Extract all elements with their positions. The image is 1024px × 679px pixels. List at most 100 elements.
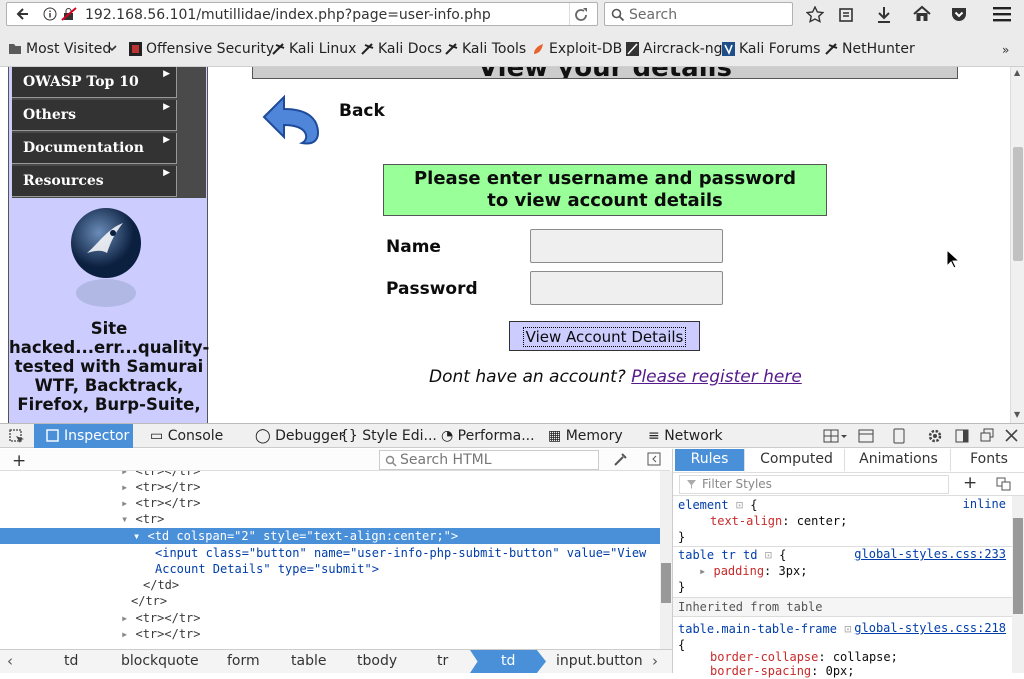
eyedropper-icon[interactable]	[612, 452, 628, 468]
breadcrumb-item[interactable]: blockquote	[121, 653, 199, 669]
back-link[interactable]: Back	[339, 101, 385, 121]
reload-icon[interactable]	[573, 7, 589, 23]
tab-rules[interactable]: Rules	[675, 449, 745, 471]
rule-declaration[interactable]: text-align: center;	[710, 513, 847, 529]
markup-scrollbar-thumb[interactable]	[661, 563, 671, 603]
bookmark-most-visited[interactable]: Most Visited	[26, 41, 111, 57]
library-icon[interactable]	[838, 7, 854, 23]
search-bar[interactable]: Search	[604, 2, 793, 26]
filter-styles-input[interactable]: Filter Styles	[679, 475, 949, 494]
undock-icon[interactable]	[980, 428, 994, 442]
bookmark-star-icon[interactable]	[806, 6, 824, 24]
markup-node[interactable]: </td>	[143, 577, 179, 593]
markup-node-selected[interactable]: ▾ <td colspan="2" style="text-align:cent…	[0, 528, 660, 544]
tab-debugger[interactable]: ◯ Debugger	[255, 424, 344, 448]
split-console-icon[interactable]	[858, 429, 874, 443]
bookmark-nethunter[interactable]: NetHunter	[842, 41, 915, 57]
rule-source[interactable]: global-styles.css:233	[854, 547, 1006, 561]
scroll-down-icon[interactable]: ▼	[1014, 410, 1020, 419]
rule-declaration[interactable]: border-spacing: 0px;	[710, 663, 855, 679]
markup-node[interactable]: ▸ <tr></tr>	[121, 479, 201, 495]
markup-node[interactable]: ▸ <tr></tr>	[121, 610, 201, 626]
markup-node[interactable]: ▸ <tr></tr>	[121, 626, 201, 642]
bookmark-kali-docs[interactable]: Kali Docs	[378, 41, 442, 57]
markup-node[interactable]: </tr>	[131, 593, 167, 609]
page-scrollbar[interactable]: ▲ ▼	[1010, 67, 1024, 423]
element-picker-icon[interactable]	[9, 429, 25, 445]
back-arrow-icon[interactable]	[256, 87, 322, 145]
rules-scrollbar[interactable]	[1012, 496, 1024, 673]
download-icon[interactable]	[876, 6, 892, 24]
markup-node[interactable]: Account Details" type="submit">	[155, 561, 379, 577]
back-arrow-icon[interactable]	[16, 7, 30, 21]
responsive-mode-icon[interactable]	[893, 428, 905, 444]
markup-node[interactable]: ▸ <tr></tr>	[121, 495, 201, 511]
toggle-sidebar-icon[interactable]	[647, 452, 661, 466]
owasp-logo	[69, 207, 143, 309]
menu-item-documentation[interactable]: Documentation ▶	[12, 133, 177, 164]
rule-source[interactable]: inline	[963, 497, 1006, 511]
memory-icon: ▦	[548, 428, 562, 444]
search-html-input[interactable]: Search HTML	[379, 450, 599, 470]
tab-style-editor[interactable]: {} Style Edi...	[340, 424, 437, 448]
settings-gear-icon[interactable]	[927, 428, 943, 444]
chevron-right-double-icon[interactable]: »	[1002, 43, 1009, 57]
home-icon[interactable]	[913, 5, 931, 23]
markup-node[interactable]: ▸ <tr></tr>	[121, 471, 200, 479]
bookmark-offensive-security[interactable]: Offensive Security	[146, 41, 274, 57]
chevron-right-icon[interactable]: ›	[652, 652, 658, 670]
tab-console[interactable]: ▭ Console	[150, 424, 223, 448]
tab-computed[interactable]: Computed	[749, 449, 845, 471]
pocket-icon[interactable]	[950, 5, 968, 23]
tab-inspector[interactable]: Inspector	[34, 424, 133, 448]
rule-source[interactable]: global-styles.css:218	[854, 621, 1006, 635]
bookmark-kali-linux[interactable]: Kali Linux	[289, 41, 356, 57]
menu-item-others[interactable]: Others ▶	[12, 100, 177, 131]
markup-scrollbar[interactable]	[660, 471, 672, 649]
view-account-details-button[interactable]: View Account Details	[509, 321, 700, 351]
scroll-up-icon[interactable]: ▲	[1014, 68, 1020, 77]
menu-item-resources[interactable]: Resources ▶	[12, 166, 177, 197]
add-rule-icon[interactable]: +	[963, 473, 977, 493]
insecure-lock-icon[interactable]	[61, 7, 77, 21]
menu-item-owasp-top-10[interactable]: OWASP Top 10 ▶	[12, 67, 177, 98]
hamburger-menu-icon[interactable]	[993, 6, 1011, 22]
breadcrumb-item[interactable]: tbody	[357, 653, 397, 669]
password-input[interactable]	[530, 271, 723, 305]
instructions-box: Please enter username and password to vi…	[383, 164, 827, 216]
url-bar[interactable]: 192.168.56.101/mutillidae/index.php?page…	[6, 2, 598, 26]
name-input[interactable]	[530, 229, 723, 263]
kali-dragon-icon	[272, 42, 285, 56]
bookmark-kali-tools[interactable]: Kali Tools	[462, 41, 526, 57]
chevron-left-icon[interactable]: ‹	[7, 652, 13, 670]
markup-node[interactable]: ▾ <tr>	[121, 511, 164, 527]
bookmark-aircrack-ng[interactable]: Aircrack-ng	[643, 41, 723, 57]
folder-icon	[8, 42, 21, 56]
bookmark-exploit-db[interactable]: Exploit-DB	[549, 41, 622, 57]
tab-memory[interactable]: ▦ Memory	[548, 424, 623, 448]
breadcrumb-item[interactable]: input.button	[556, 653, 643, 669]
pseudo-class-icon[interactable]	[996, 477, 1012, 491]
dock-side-icon[interactable]	[955, 429, 969, 443]
close-devtools-icon[interactable]	[1005, 429, 1018, 442]
chevron-down-icon[interactable]	[107, 43, 117, 53]
breadcrumb-item[interactable]: table	[291, 653, 326, 669]
breadcrumb-item[interactable]: form	[227, 653, 260, 669]
markup-node[interactable]: <input class="button" name="user-info-ph…	[155, 545, 646, 561]
breadcrumb-item[interactable]: tr	[437, 653, 448, 669]
breadcrumb-item-selected[interactable]: td	[470, 650, 546, 673]
register-link[interactable]: Please register here	[631, 367, 802, 387]
bookmark-kali-forums[interactable]: Kali Forums	[739, 41, 820, 57]
tab-network[interactable]: ≡ Network	[648, 424, 723, 448]
rule-declaration[interactable]: ▸ padding: 3px;	[699, 563, 807, 579]
tab-performance[interactable]: ◔ Performa...	[441, 424, 535, 448]
tab-fonts[interactable]: Fonts	[953, 449, 1024, 471]
network-icon: ≡	[648, 428, 660, 444]
add-node-icon[interactable]: +	[12, 451, 26, 471]
info-icon[interactable]	[43, 7, 57, 21]
tab-animations[interactable]: Animations	[847, 449, 951, 471]
page-scrollbar-thumb[interactable]	[1013, 147, 1023, 261]
layout-toggle-icon[interactable]	[823, 429, 847, 443]
breadcrumb-item[interactable]: td	[64, 653, 78, 669]
rules-scrollbar-thumb[interactable]	[1013, 518, 1023, 614]
